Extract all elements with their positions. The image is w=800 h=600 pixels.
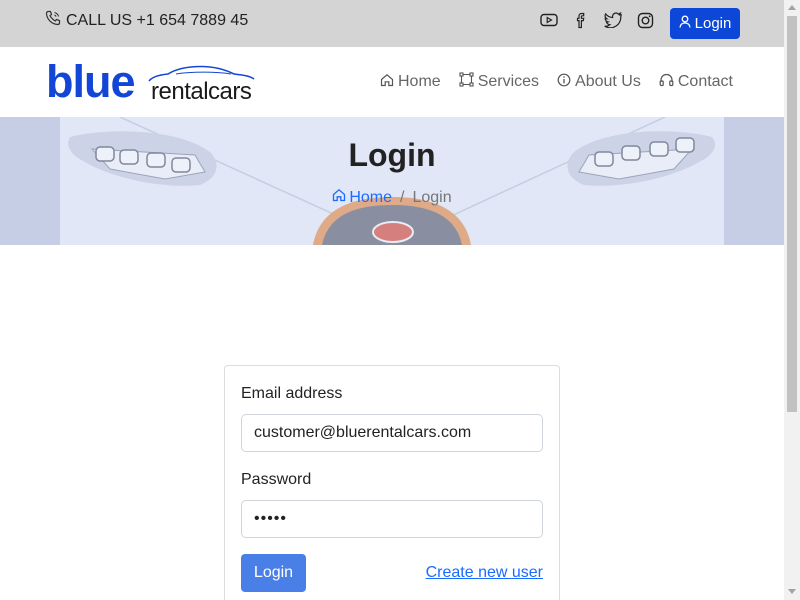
services-icon bbox=[459, 72, 474, 92]
info-icon bbox=[557, 73, 571, 92]
home-icon bbox=[332, 188, 346, 207]
breadcrumb-home[interactable]: Home bbox=[332, 188, 392, 207]
twitter-icon[interactable] bbox=[604, 11, 622, 29]
main-navbar: blue rentalcars Home Services About Us C… bbox=[0, 47, 784, 117]
brand-word-rentalcars: rentalcars bbox=[151, 78, 252, 105]
nav-label-services: Services bbox=[477, 73, 540, 90]
youtube-icon[interactable] bbox=[540, 11, 558, 29]
scrollbar-thumb[interactable] bbox=[787, 16, 797, 412]
password-label: Password bbox=[241, 471, 312, 488]
nav-item-about[interactable]: About Us bbox=[557, 72, 641, 92]
breadcrumb-separator: / bbox=[400, 188, 405, 206]
password-field[interactable]: ••••• bbox=[241, 500, 543, 538]
create-user-link[interactable]: Create new user bbox=[426, 564, 543, 582]
page-hero: Login Home / Login bbox=[0, 117, 784, 245]
breadcrumb: Home / Login bbox=[0, 188, 784, 207]
email-field[interactable]: customer@bluerentalcars.com bbox=[241, 414, 543, 452]
page-title: Login bbox=[348, 137, 436, 173]
call-us[interactable]: CALL US +1 654 7889 45 bbox=[45, 10, 248, 31]
nav-item-home[interactable]: Home bbox=[380, 72, 441, 92]
scroll-up-arrow-icon[interactable] bbox=[788, 5, 796, 10]
login-form: Email address customer@bluerentalcars.co… bbox=[224, 365, 560, 600]
home-icon bbox=[380, 73, 394, 92]
top-bar: CALL US +1 654 7889 45 Login bbox=[0, 0, 784, 47]
header-login-button[interactable]: Login bbox=[670, 8, 740, 39]
header-login-label: Login bbox=[694, 15, 732, 32]
brand-word-blue: blue bbox=[46, 56, 136, 107]
social-links bbox=[540, 11, 654, 29]
facebook-icon[interactable] bbox=[572, 11, 590, 29]
page-scrollbar[interactable] bbox=[784, 0, 800, 600]
email-label: Email address bbox=[241, 385, 343, 402]
user-icon bbox=[678, 15, 691, 32]
nav-item-contact[interactable]: Contact bbox=[659, 72, 733, 92]
nav-label-contact: Contact bbox=[677, 73, 733, 90]
nav-label-about: About Us bbox=[575, 73, 641, 90]
primary-nav: Home Services About Us Contact bbox=[380, 72, 733, 92]
scroll-down-arrow-icon[interactable] bbox=[788, 589, 796, 594]
instagram-icon[interactable] bbox=[636, 11, 654, 29]
breadcrumb-home-label: Home bbox=[349, 188, 393, 206]
login-submit-button[interactable]: Login bbox=[241, 554, 306, 592]
nav-label-home: Home bbox=[398, 73, 441, 90]
brand-logo[interactable]: blue rentalcars bbox=[46, 56, 261, 107]
nav-item-services[interactable]: Services bbox=[459, 72, 539, 92]
breadcrumb-current: Login bbox=[412, 188, 452, 206]
phone-label: CALL US +1 654 7889 45 bbox=[66, 11, 249, 29]
headset-icon bbox=[659, 73, 674, 92]
phone-icon bbox=[45, 10, 61, 31]
